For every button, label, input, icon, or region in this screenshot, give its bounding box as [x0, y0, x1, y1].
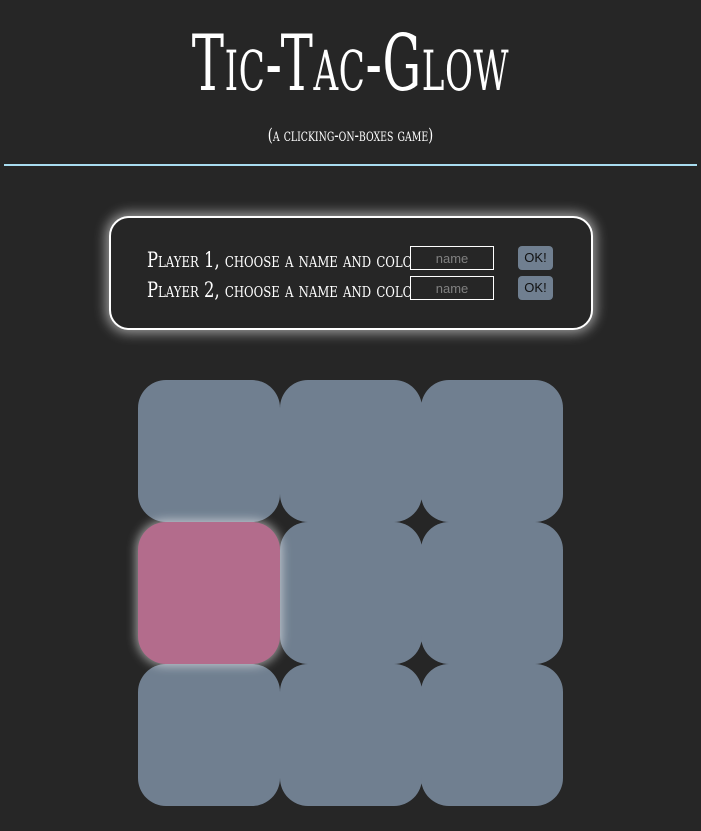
board-cell-9[interactable]: [421, 664, 563, 806]
board-cell-1[interactable]: [138, 380, 280, 522]
game-title: Tic-Tac-Glow: [191, 19, 510, 109]
board-cell-3[interactable]: [421, 380, 563, 522]
player-1-row: Player 1, choose a name and color: OK!: [111, 245, 591, 275]
board-cell-7[interactable]: [138, 664, 280, 806]
board-cell-6[interactable]: [421, 522, 563, 664]
player-1-name-input[interactable]: [410, 246, 494, 270]
player-1-ok-button[interactable]: OK!: [518, 246, 553, 270]
board-cell-5[interactable]: [280, 522, 422, 664]
header-divider: [4, 164, 697, 166]
player-setup-panel: Player 1, choose a name and color: OK! P…: [109, 216, 593, 330]
player-2-ok-button[interactable]: OK!: [518, 276, 553, 300]
player-2-prompt: Player 2, choose a name and color:: [147, 278, 427, 302]
player-2-row: Player 2, choose a name and color: OK!: [111, 275, 591, 305]
board-cell-8[interactable]: [280, 664, 422, 806]
game-board: [138, 380, 563, 806]
player-2-name-input[interactable]: [410, 276, 494, 300]
player-1-prompt: Player 1, choose a name and color:: [147, 248, 427, 272]
board-cell-2[interactable]: [280, 380, 422, 522]
game-subtitle: (a clicking-on-boxes game): [267, 125, 434, 146]
board-cell-4[interactable]: [138, 522, 280, 664]
